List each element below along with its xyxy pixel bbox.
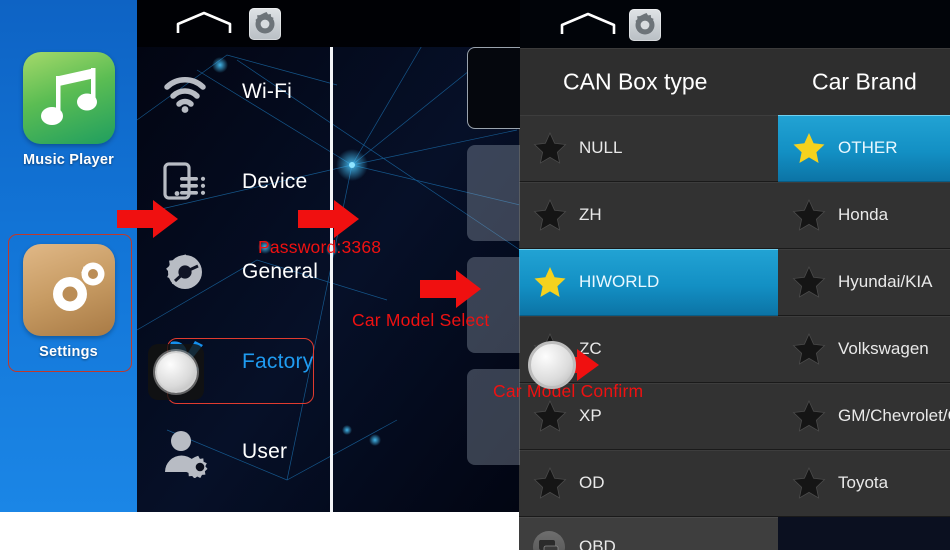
list-item-label: HIWORLD <box>579 272 660 291</box>
list-item-label: GM/Chevrolet/O <box>838 406 950 425</box>
star-icon <box>533 198 567 232</box>
list-item-label: Honda <box>838 205 889 224</box>
can-lists: NULL ZH HIWORLD ZC XP OD OBD OTHER Honda… <box>519 115 950 550</box>
list-item-label: Volkswagen <box>838 339 929 358</box>
gear-glyph <box>635 13 655 35</box>
settings-content-cards <box>467 47 520 481</box>
home-icon[interactable] <box>175 11 233 37</box>
settings-highlight-box <box>8 234 132 372</box>
chat-bubble-icon <box>533 531 565 550</box>
launcher-panel: Music Player Settings <box>0 0 137 512</box>
gear-glyph <box>255 12 275 34</box>
list-item-obd[interactable]: OBD <box>519 517 778 550</box>
car-brand-list: OTHER Honda Hyundai/KIA Volkswagen GM/Ch… <box>778 115 950 517</box>
can-navbar <box>519 0 950 48</box>
gear-icon <box>159 246 211 298</box>
annotation-password: Password:3368 <box>258 237 382 257</box>
list-item-label: NULL <box>579 138 623 157</box>
settings-navbar <box>137 0 520 47</box>
annotation-arrow-3 <box>420 270 481 308</box>
sidebar-item-label: User <box>242 440 288 463</box>
sidebar-item-label: Device <box>242 170 308 193</box>
list-item[interactable]: Hyundai/KIA <box>778 249 950 316</box>
list-item-selected[interactable]: HIWORLD <box>519 249 778 316</box>
list-item-selected[interactable]: OTHER <box>778 115 950 182</box>
sidebar-item-wifi[interactable]: Wi-Fi <box>137 47 330 137</box>
content-card[interactable] <box>467 145 520 241</box>
list-item-label: Hyundai/KIA <box>838 272 933 291</box>
star-icon <box>533 399 567 433</box>
touch-cursor-confirm <box>524 337 580 393</box>
list-item-label: Toyota <box>838 473 889 492</box>
sidebar-item-label: Wi-Fi <box>242 80 292 103</box>
can-box-type-header: CAN Box type <box>563 68 708 94</box>
list-item[interactable]: Volkswagen <box>778 316 950 383</box>
star-icon <box>792 466 826 500</box>
music-player-tile[interactable] <box>22 52 115 144</box>
sidebar-item-user[interactable]: User <box>137 407 330 497</box>
list-item[interactable]: ZH <box>519 182 778 249</box>
can-box-type-list: NULL ZH HIWORLD ZC XP OD OBD <box>519 115 778 550</box>
list-item[interactable]: GM/Chevrolet/O <box>778 383 950 450</box>
car-brand-header: Car Brand <box>812 68 917 94</box>
list-item[interactable]: Honda <box>778 182 950 249</box>
can-box-panel: CAN Box type Car Brand NULL ZH HIWORLD Z… <box>519 0 950 550</box>
content-card[interactable] <box>467 47 520 129</box>
cursor-dot <box>528 341 576 389</box>
list-item-label: OBD <box>579 537 616 550</box>
wifi-icon <box>159 66 211 118</box>
list-item[interactable]: Toyota <box>778 450 950 517</box>
list-item-label: OTHER <box>838 138 898 157</box>
list-item[interactable]: OD <box>519 450 778 517</box>
panel-divider <box>330 47 333 512</box>
annotation-car-model-select: Car Model Select <box>352 310 490 330</box>
touch-cursor-factory <box>148 344 204 400</box>
cursor-dot <box>155 351 197 393</box>
star-icon <box>533 466 567 500</box>
settings-menu: Wi-Fi Device General Factory User <box>137 47 330 497</box>
app-music-player[interactable]: Music Player <box>0 52 137 168</box>
music-note-icon <box>40 68 97 125</box>
sidebar-item-label: General <box>242 260 319 283</box>
home-icon[interactable] <box>559 12 617 38</box>
user-gear-icon <box>159 426 211 478</box>
screenshot-root: Music Player Settings Wi-Fi Device Gener… <box>0 0 950 550</box>
app-label: Music Player <box>22 152 115 168</box>
star-icon <box>792 399 826 433</box>
annotation-arrow-2 <box>298 200 359 238</box>
annotation-arrow-1 <box>117 200 178 238</box>
list-item[interactable]: NULL <box>519 115 778 182</box>
gear-icon[interactable] <box>249 8 281 40</box>
star-icon <box>792 332 826 366</box>
star-icon <box>792 131 826 165</box>
star-icon <box>533 131 567 165</box>
list-item-label: ZH <box>579 205 602 224</box>
star-icon <box>533 265 567 299</box>
gear-icon[interactable] <box>629 9 661 41</box>
list-item-label: XP <box>579 406 602 425</box>
star-icon <box>792 198 826 232</box>
list-item-label: OD <box>579 473 605 492</box>
star-icon <box>792 265 826 299</box>
can-header-bar: CAN Box type Car Brand <box>519 48 950 116</box>
